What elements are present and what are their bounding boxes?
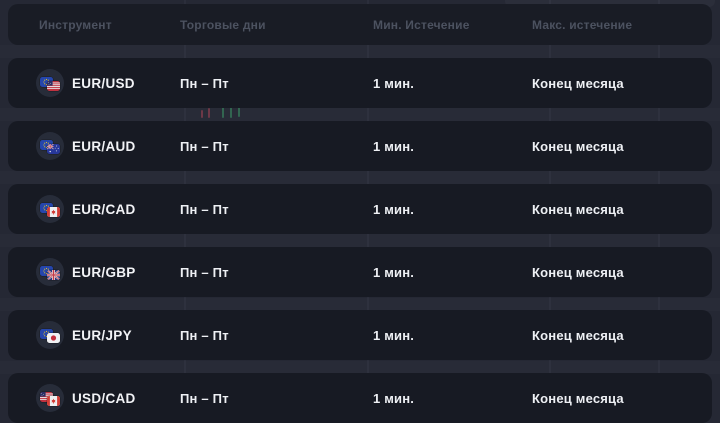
pair-label: EUR/GBP	[72, 264, 136, 280]
trading-days-value: Пн – Пт	[180, 264, 229, 280]
table-row[interactable]: EUR/AUD Пн – Пт 1 мин. Конец месяца	[8, 121, 712, 171]
jp-flag-icon	[47, 333, 60, 343]
currency-pair-icon	[36, 258, 64, 286]
table-row[interactable]: EUR/CAD Пн – Пт 1 мин. Конец месяца	[8, 184, 712, 234]
currency-pair-icon	[36, 132, 64, 160]
pair-label: EUR/AUD	[72, 138, 136, 154]
min-expiration-value: 1 мин.	[373, 75, 415, 91]
table-header: Инструмент Торговые дни Мин. Истечение М…	[8, 4, 712, 45]
trading-days-value: Пн – Пт	[180, 75, 229, 91]
min-expiration-value: 1 мин.	[373, 390, 415, 406]
table-row[interactable]: EUR/USD Пн – Пт 1 мин. Конец месяца	[8, 58, 712, 108]
ca-flag-icon	[47, 396, 60, 406]
min-expiration-value: 1 мин.	[373, 201, 415, 217]
background-candlestick	[208, 108, 210, 118]
table-row[interactable]: EUR/JPY Пн – Пт 1 мин. Конец месяца	[8, 310, 712, 360]
min-expiration-value: 1 мин.	[373, 264, 415, 280]
table-row[interactable]: EUR/GBP Пн – Пт 1 мин. Конец месяца	[8, 247, 712, 297]
pair-label: EUR/USD	[72, 75, 135, 91]
trading-days-value: Пн – Пт	[180, 327, 229, 343]
currency-pair-icon	[36, 384, 64, 412]
currency-pair-icon	[36, 321, 64, 349]
max-expiration-value: Конец месяца	[532, 138, 624, 154]
currency-pair-icon	[36, 69, 64, 97]
ca-flag-icon	[47, 207, 60, 217]
column-header-instrument: Инструмент	[39, 17, 112, 32]
trading-days-value: Пн – Пт	[180, 390, 229, 406]
us-flag-icon	[47, 81, 60, 91]
pair-label: USD/CAD	[72, 390, 136, 406]
trading-days-value: Пн – Пт	[180, 201, 229, 217]
au-flag-icon	[47, 144, 60, 154]
background-candlestick	[201, 110, 203, 118]
min-expiration-value: 1 мин.	[373, 138, 415, 154]
max-expiration-value: Конец месяца	[532, 201, 624, 217]
trading-days-value: Пн – Пт	[180, 138, 229, 154]
max-expiration-value: Конец месяца	[532, 264, 624, 280]
column-header-trading-days: Торговые дни	[180, 17, 266, 32]
pair-label: EUR/JPY	[72, 327, 132, 343]
table-row[interactable]: USD/CAD Пн – Пт 1 мин. Конец месяца	[8, 373, 712, 423]
gb-flag-icon	[47, 270, 60, 280]
min-expiration-value: 1 мин.	[373, 327, 415, 343]
max-expiration-value: Конец месяца	[532, 327, 624, 343]
pair-label: EUR/CAD	[72, 201, 136, 217]
max-expiration-value: Конец месяца	[532, 75, 624, 91]
currency-pair-icon	[36, 195, 64, 223]
max-expiration-value: Конец месяца	[532, 390, 624, 406]
column-header-min-expiration: Мин. Истечение	[373, 17, 470, 32]
column-header-max-expiration: Макс. истечение	[532, 17, 633, 32]
